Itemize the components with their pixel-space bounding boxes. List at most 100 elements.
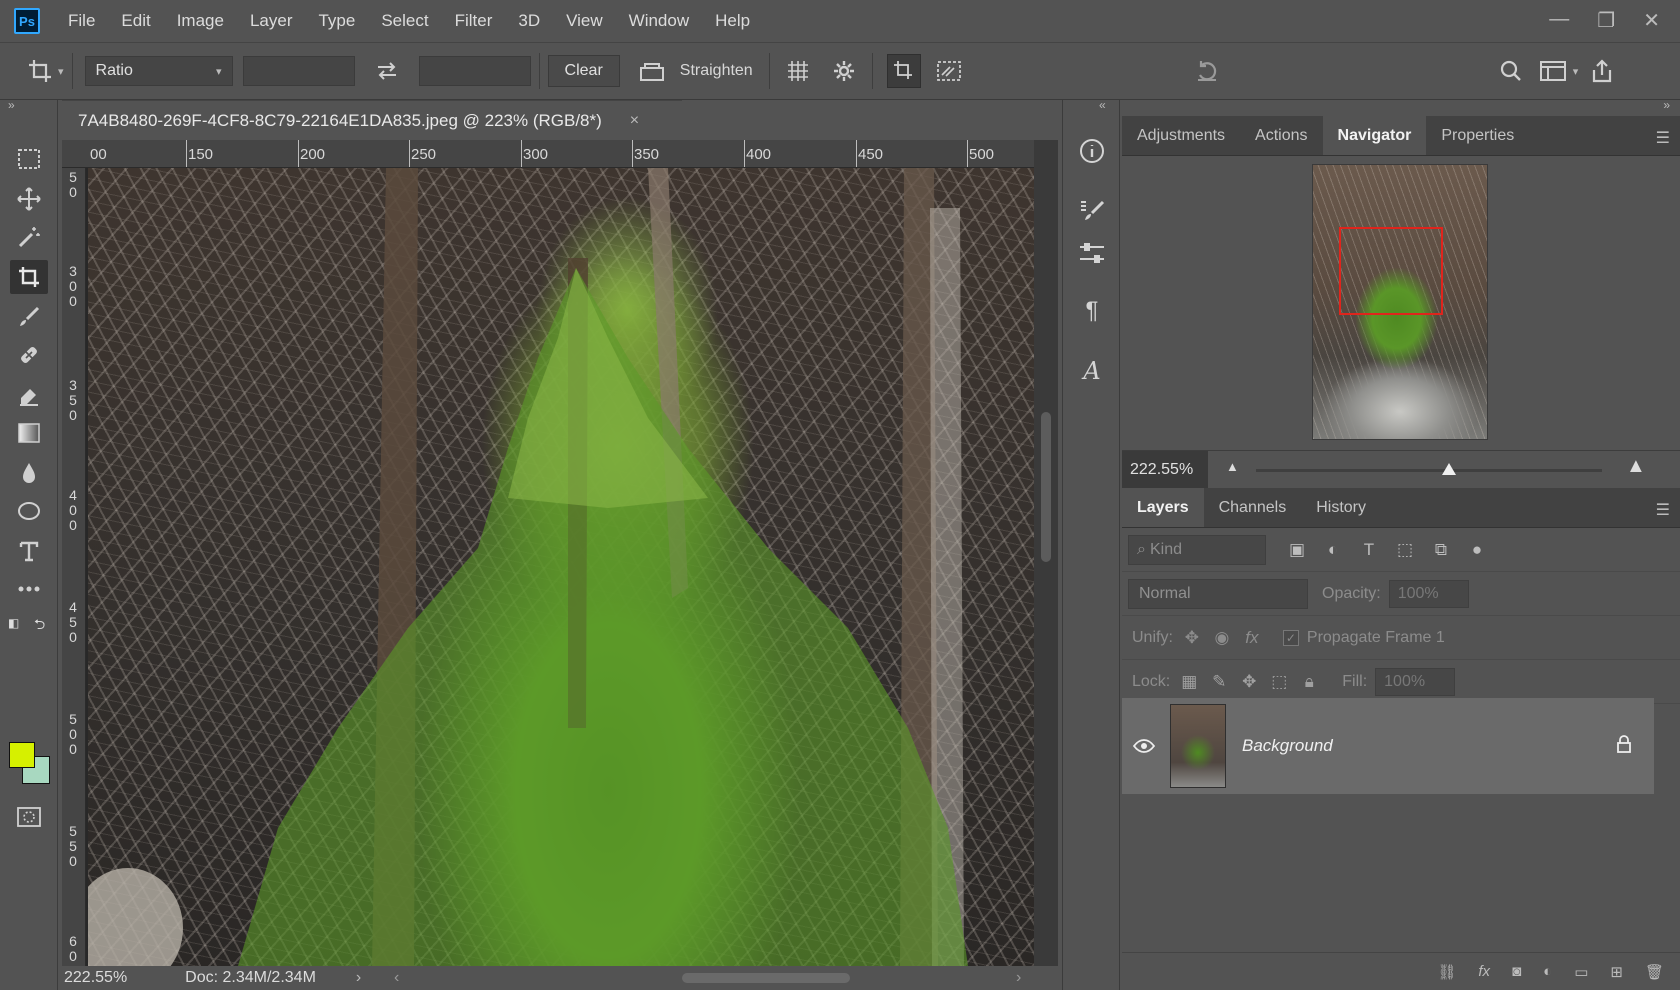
clear-button[interactable]: Clear xyxy=(547,55,620,87)
lock-artboard-icon[interactable]: ⬚ xyxy=(1266,669,1292,695)
status-zoom[interactable]: 222.55% xyxy=(64,969,127,987)
delete-cropped-pixels-icon[interactable] xyxy=(886,54,921,88)
vertical-scrollbar[interactable] xyxy=(1034,140,1058,966)
workspace-icon[interactable] xyxy=(1539,57,1567,85)
unify-visibility-icon[interactable]: ◉ xyxy=(1209,625,1235,651)
quick-mask-icon[interactable] xyxy=(10,800,48,834)
new-group-icon[interactable]: ▭ xyxy=(1574,963,1588,981)
horizontal-ruler[interactable]: 00 150 200 250 300 350 400 450 500 xyxy=(62,140,1034,168)
lock-pixels-icon[interactable]: ✎ xyxy=(1206,669,1232,695)
kind-filter-select[interactable]: ⌕ Kind xyxy=(1128,534,1266,565)
minimize-icon[interactable]: — xyxy=(1549,8,1569,33)
ratio-select[interactable]: Ratio ▾ xyxy=(84,56,233,86)
menu-3d[interactable]: 3D xyxy=(518,11,540,31)
fill-field[interactable]: 100% xyxy=(1375,667,1456,696)
gear-icon[interactable] xyxy=(830,57,858,85)
vertical-scroll-thumb[interactable] xyxy=(1041,412,1051,562)
default-colors-icon[interactable]: ◧ xyxy=(8,616,19,630)
navigator-zoom-field[interactable]: 222.55% xyxy=(1122,450,1208,489)
scroll-left-icon[interactable]: ‹ xyxy=(394,969,399,987)
image-canvas[interactable] xyxy=(88,168,1034,966)
lock-transparent-icon[interactable]: ▦ xyxy=(1176,669,1202,695)
chevron-down-icon[interactable]: ▾ xyxy=(58,65,64,78)
layer-thumbnail[interactable] xyxy=(1170,704,1226,788)
tab-actions[interactable]: Actions xyxy=(1240,116,1322,155)
paragraph-icon[interactable]: ¶ xyxy=(1077,296,1107,326)
layer-row[interactable]: Background xyxy=(1122,698,1654,794)
navigator-zoom-slider[interactable] xyxy=(1256,469,1602,472)
type-tool-icon[interactable] xyxy=(10,534,48,568)
unify-style-icon[interactable]: fx xyxy=(1239,625,1265,651)
move-tool-icon[interactable] xyxy=(10,182,48,216)
panel-menu-icon[interactable]: ☰ xyxy=(1656,500,1670,520)
filter-toggle-icon[interactable]: ● xyxy=(1464,537,1490,563)
adjustment-sliders-icon[interactable] xyxy=(1077,238,1107,268)
marquee-tool-icon[interactable] xyxy=(10,142,48,176)
more-tools-icon[interactable] xyxy=(10,572,48,606)
content-aware-icon[interactable] xyxy=(935,57,963,85)
navigator-zoom-handle[interactable] xyxy=(1442,463,1456,475)
eye-icon[interactable] xyxy=(1122,739,1166,753)
gradient-tool-icon[interactable] xyxy=(10,416,48,450)
opacity-field[interactable]: 100% xyxy=(1388,579,1469,608)
magic-wand-tool-icon[interactable] xyxy=(10,220,48,254)
delete-layer-icon[interactable]: 🗑︎ xyxy=(1645,963,1664,981)
status-menu-arrow[interactable]: › xyxy=(356,969,361,987)
tab-navigator[interactable]: Navigator xyxy=(1322,116,1427,155)
navigator-thumbnail[interactable] xyxy=(1312,164,1488,440)
grid-overlay-icon[interactable] xyxy=(784,57,812,85)
chevron-down-icon[interactable]: ▾ xyxy=(1573,65,1579,78)
straighten-label[interactable]: Straighten xyxy=(680,62,753,80)
image-filter-icon[interactable]: ▣ xyxy=(1284,537,1310,563)
horizontal-scroll-thumb[interactable] xyxy=(682,973,850,983)
tab-adjustments[interactable]: Adjustments xyxy=(1122,116,1240,155)
collapse-panels-icon[interactable]: » xyxy=(1663,98,1670,112)
menu-edit[interactable]: Edit xyxy=(121,11,150,31)
menu-file[interactable]: File xyxy=(68,11,95,31)
tab-channels[interactable]: Channels xyxy=(1204,488,1302,527)
brush-tool-icon[interactable] xyxy=(10,300,48,334)
swap-icon[interactable] xyxy=(373,57,401,85)
menu-help[interactable]: Help xyxy=(715,11,750,31)
eraser-tool-icon[interactable] xyxy=(10,378,48,412)
menu-select[interactable]: Select xyxy=(381,11,428,31)
unify-position-icon[interactable]: ✥ xyxy=(1179,625,1205,651)
close-document-icon[interactable]: × xyxy=(630,112,639,130)
smart-object-filter-icon[interactable]: ⧉ xyxy=(1428,537,1454,563)
ellipse-tool-icon[interactable] xyxy=(10,494,48,528)
expand-toolbar-icon[interactable]: » xyxy=(8,98,15,112)
type-filter-icon[interactable]: T xyxy=(1356,537,1382,563)
tab-history[interactable]: History xyxy=(1301,488,1381,527)
crop-tool-preset-icon[interactable] xyxy=(26,57,54,85)
close-window-icon[interactable]: ✕ xyxy=(1643,8,1660,33)
zoom-in-icon[interactable]: ▲ xyxy=(1626,455,1646,478)
zoom-out-icon[interactable]: ▲ xyxy=(1226,459,1239,474)
menu-layer[interactable]: Layer xyxy=(250,11,293,31)
new-layer-icon[interactable]: ⊞ xyxy=(1610,963,1623,981)
healing-brush-tool-icon[interactable] xyxy=(10,338,48,372)
foreground-color-swatch[interactable] xyxy=(9,742,35,768)
propagate-checkbox[interactable]: ✓ xyxy=(1282,629,1299,646)
crop-tool-icon[interactable] xyxy=(10,260,48,294)
share-icon[interactable] xyxy=(1588,57,1616,85)
lock-position-icon[interactable]: ✥ xyxy=(1236,669,1262,695)
layer-name[interactable]: Background xyxy=(1242,736,1616,756)
document-tab[interactable]: 7A4B8480-269F-4CF8-8C79-22164E1DA835.jpe… xyxy=(62,100,682,140)
brush-settings-icon[interactable] xyxy=(1077,196,1107,226)
collapse-strip-icon[interactable]: « xyxy=(1099,98,1106,112)
character-icon[interactable]: A xyxy=(1077,356,1107,386)
blend-mode-select[interactable]: Normal xyxy=(1128,578,1308,609)
reset-icon[interactable] xyxy=(1193,57,1221,85)
shape-filter-icon[interactable]: ⬚ xyxy=(1392,537,1418,563)
menu-view[interactable]: View xyxy=(566,11,603,31)
restore-icon[interactable]: ❐ xyxy=(1597,8,1615,33)
menu-filter[interactable]: Filter xyxy=(455,11,493,31)
info-icon[interactable] xyxy=(1077,136,1107,166)
crop-width-field[interactable] xyxy=(242,56,355,86)
tab-properties[interactable]: Properties xyxy=(1426,116,1529,155)
straighten-icon[interactable] xyxy=(638,57,666,85)
search-icon[interactable] xyxy=(1497,57,1525,85)
menu-window[interactable]: Window xyxy=(629,11,689,31)
navigator-view-rectangle[interactable] xyxy=(1339,227,1443,315)
lock-all-icon[interactable]: 🔒︎ xyxy=(1296,669,1322,695)
